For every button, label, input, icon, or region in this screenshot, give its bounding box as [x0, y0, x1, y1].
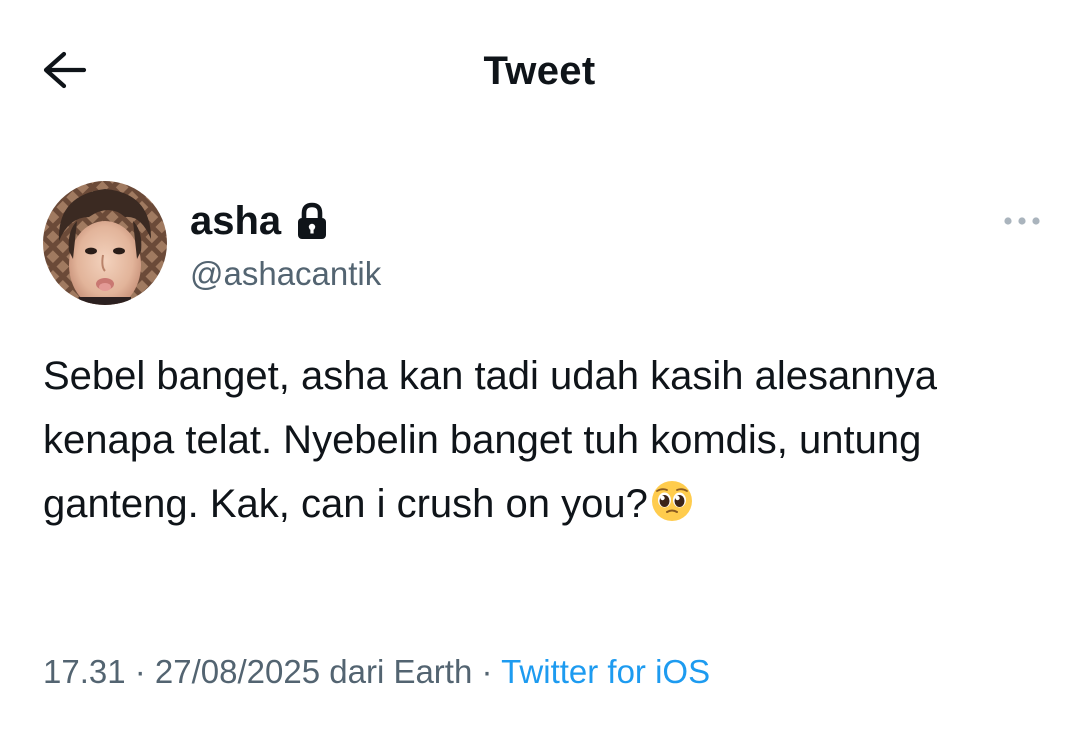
- tweet-time[interactable]: 17.31: [43, 653, 126, 690]
- display-name[interactable]: asha: [190, 196, 281, 246]
- meta-separator: ·: [472, 653, 502, 690]
- user-handle[interactable]: @ashacantik: [190, 252, 381, 296]
- pleading-face-emoji: [651, 481, 692, 521]
- tweet-date-location[interactable]: 27/08/2025 dari Earth: [155, 653, 472, 690]
- more-options-button[interactable]: [1000, 205, 1044, 237]
- tweet-text: Sebel banget, asha kan tadi udah kasih a…: [43, 354, 938, 526]
- top-bar: Tweet: [0, 0, 1079, 140]
- profile-photo: [43, 181, 167, 305]
- ellipsis-icon: [1004, 217, 1040, 225]
- author-row[interactable]: asha: [190, 196, 329, 246]
- tweet-meta: 17.31 · 27/08/2025 dari Earth · Twitter …: [43, 648, 710, 696]
- lock-icon: [298, 202, 327, 239]
- tweet-source-link[interactable]: Twitter for iOS: [501, 653, 710, 690]
- tweet-body: Sebel banget, asha kan tadi udah kasih a…: [43, 344, 1033, 536]
- meta-separator: ·: [125, 653, 155, 690]
- page-title: Tweet: [483, 49, 596, 93]
- avatar[interactable]: [43, 181, 167, 305]
